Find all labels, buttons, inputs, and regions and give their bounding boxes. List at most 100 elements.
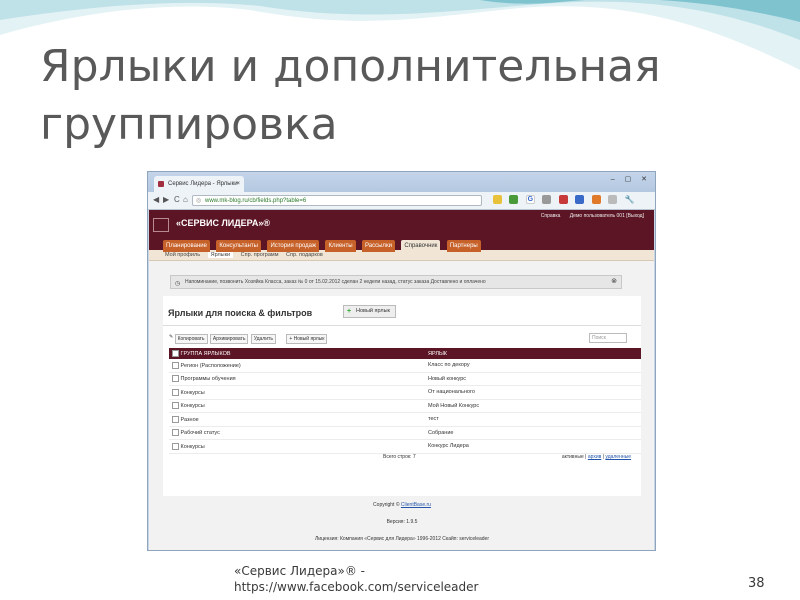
main-nav: Планирование Консультанты История продаж… <box>163 240 483 252</box>
table-row[interactable]: Программы обучения Новый конкурс <box>169 372 641 386</box>
status-archive-link[interactable]: архив <box>588 454 601 460</box>
row-checkbox[interactable] <box>172 429 179 437</box>
nav-item-sales-history[interactable]: История продаж <box>267 240 320 252</box>
section-title: Ярлыки для поиска & фильтров <box>168 308 313 318</box>
reload-icon[interactable]: C <box>174 195 180 204</box>
slide-title-line2: группировка <box>40 99 338 150</box>
extension-yellow-icon[interactable] <box>493 195 502 204</box>
edit-icon[interactable]: ✎ <box>169 334 173 340</box>
row-checkbox[interactable] <box>172 375 179 383</box>
labels-table: ГРУППА ЯРЛЫКОВ ЯРЛЫК Регион (Расположени… <box>169 348 641 454</box>
row-group: Программы обучения <box>180 376 236 383</box>
license-text: Лицензия: Компания «Сервис для Лидера» 1… <box>315 536 489 542</box>
row-group: Конкурсы <box>180 389 205 396</box>
clientbase-link[interactable]: ClientBase.ru <box>401 502 431 508</box>
nav-item-consultants[interactable]: Консультанты <box>216 240 261 252</box>
table-row[interactable]: Рабочий статус Собрание <box>169 426 641 440</box>
nav-item-planning[interactable]: Планирование <box>163 240 210 252</box>
table-row[interactable]: Конкурсы Мой Новый Конкурс <box>169 399 641 413</box>
new-label-button[interactable]: + Новый ярлык <box>343 305 396 318</box>
status-active[interactable]: активные <box>562 454 584 460</box>
site-title: «СЕРВИС ЛИДЕРА»® <box>176 218 271 228</box>
close-icon[interactable]: × <box>236 176 240 192</box>
site-header: «СЕРВИС ЛИДЕРА»® Справка Демо пользовате… <box>149 210 654 252</box>
subnav-item-gifts[interactable]: Спр. подарков <box>286 252 323 258</box>
row-label: Класс по декору <box>425 359 641 373</box>
row-checkbox[interactable] <box>172 361 179 369</box>
extension-gray2-icon[interactable] <box>608 195 618 204</box>
site-footer: Copyright © ClientBase.ru Версия: 1.9.5 … <box>163 502 641 550</box>
back-icon[interactable]: ◀ <box>153 195 159 204</box>
web-page: «СЕРВИС ЛИДЕРА»® Справка Демо пользовате… <box>149 210 654 550</box>
page-icon: ◎ <box>196 198 202 204</box>
row-group: Конкурсы <box>180 443 205 450</box>
logo-icon <box>153 218 169 232</box>
new-label-button-text: Новый ярлык <box>356 308 390 314</box>
slide-title-line1: Ярлыки и дополнительная <box>40 41 661 92</box>
nav-item-partners[interactable]: Партнеры <box>446 240 481 252</box>
browser-toolbar: ◀ ▶ C ⌂ ◎ www.mk-blog.ru/cb/fields.php?t… <box>148 192 655 210</box>
subnav-item-profile[interactable]: Мой профиль <box>165 252 200 258</box>
extension-orange-icon[interactable] <box>591 195 601 204</box>
column-header-group[interactable]: ГРУППА ЯРЛЫКОВ <box>169 348 425 359</box>
add-label-button[interactable]: + Новый ярлык <box>286 334 328 344</box>
select-all-checkbox[interactable] <box>172 350 179 357</box>
nav-item-mailings[interactable]: Рассылки <box>361 240 395 252</box>
table-footer: Всего строк: 7 активные | архив | удален… <box>163 451 641 463</box>
google-icon[interactable]: G <box>525 195 535 204</box>
row-label: От национального <box>425 385 641 400</box>
close-icon[interactable]: ⊗ <box>611 276 617 288</box>
table-row[interactable]: Конкурсы От национального <box>169 385 641 400</box>
delete-button[interactable]: Удалить <box>250 334 276 344</box>
row-checkbox[interactable] <box>172 442 179 450</box>
tab-title: Сервис Лидера - Ярлыки <box>168 181 238 187</box>
table-row[interactable]: Разное тест <box>169 412 641 427</box>
address-bar[interactable]: ◎ www.mk-blog.ru/cb/fields.php?table=6 <box>192 195 482 206</box>
slide-title: Ярлыки и дополнительная группировка <box>40 38 780 154</box>
status-deleted-link[interactable]: удаленные <box>605 454 631 460</box>
row-label: Новый конкурс <box>425 372 641 386</box>
row-checkbox[interactable] <box>172 402 179 410</box>
browser-tabbar: Сервис Лидера - Ярлыки × – ▢ ✕ <box>148 172 655 192</box>
total-rows: Всего строк: 7 <box>383 454 416 460</box>
row-checkbox[interactable] <box>172 415 179 423</box>
row-label: тест <box>425 412 641 427</box>
home-icon[interactable]: ⌂ <box>183 195 188 204</box>
info-icon: ◷ <box>175 281 181 287</box>
row-checkbox[interactable] <box>172 388 179 396</box>
divider <box>163 325 641 326</box>
header-links: Справка Демо пользователь 001 [Выход] <box>533 213 644 219</box>
copy-button[interactable]: Копировать <box>174 334 208 344</box>
extension-gray-icon[interactable] <box>542 195 552 204</box>
browser-tab[interactable]: Сервис Лидера - Ярлыки × <box>154 176 244 192</box>
table-actions: ✎ Копировать Архивировать Удалить + Новы… <box>169 334 328 344</box>
window-controls[interactable]: – ▢ ✕ <box>611 175 651 183</box>
extension-blue-icon[interactable] <box>575 195 585 204</box>
help-link[interactable]: Справка <box>541 213 561 219</box>
forward-icon[interactable]: ▶ <box>163 195 169 204</box>
table-row[interactable]: Регион (Расположение) Класс по декору <box>169 359 641 373</box>
footer-line2: https://www.facebook.com/serviceleader <box>234 580 479 594</box>
user-link[interactable]: Демо пользователь 001 [Выход] <box>570 213 644 219</box>
status-filter: активные | архив | удаленные <box>561 454 631 460</box>
row-label: Собрание <box>425 426 641 440</box>
archive-button[interactable]: Архивировать <box>209 334 249 344</box>
subnav-item-programs[interactable]: Спр. программ <box>241 252 279 258</box>
nav-item-directory[interactable]: Справочник <box>401 240 441 252</box>
nav-item-clients[interactable]: Клиенты <box>325 240 356 252</box>
filter-input[interactable]: Поиск <box>589 333 627 343</box>
row-group: Конкурсы <box>180 403 205 410</box>
row-label: Мой Новый Конкурс <box>425 399 641 413</box>
column-header-label[interactable]: ЯРЛЫК <box>425 348 641 359</box>
content-panel: Ярлыки для поиска & фильтров + Новый ярл… <box>163 296 641 496</box>
address-url: www.mk-blog.ru/cb/fields.php?table=6 <box>205 198 307 204</box>
row-group: Разное <box>180 416 199 423</box>
row-group: Регион (Расположение) <box>180 362 241 369</box>
browser-screenshot: Сервис Лидера - Ярлыки × – ▢ ✕ ◀ ▶ C ⌂ ◎… <box>147 171 656 551</box>
row-group: Рабочий статус <box>180 430 220 437</box>
extension-green-icon[interactable] <box>509 195 519 204</box>
wrench-icon[interactable]: 🔧 <box>625 195 635 204</box>
page-number: 38 <box>748 576 765 591</box>
extension-red-icon[interactable] <box>558 195 568 204</box>
plus-icon: + <box>347 308 352 315</box>
